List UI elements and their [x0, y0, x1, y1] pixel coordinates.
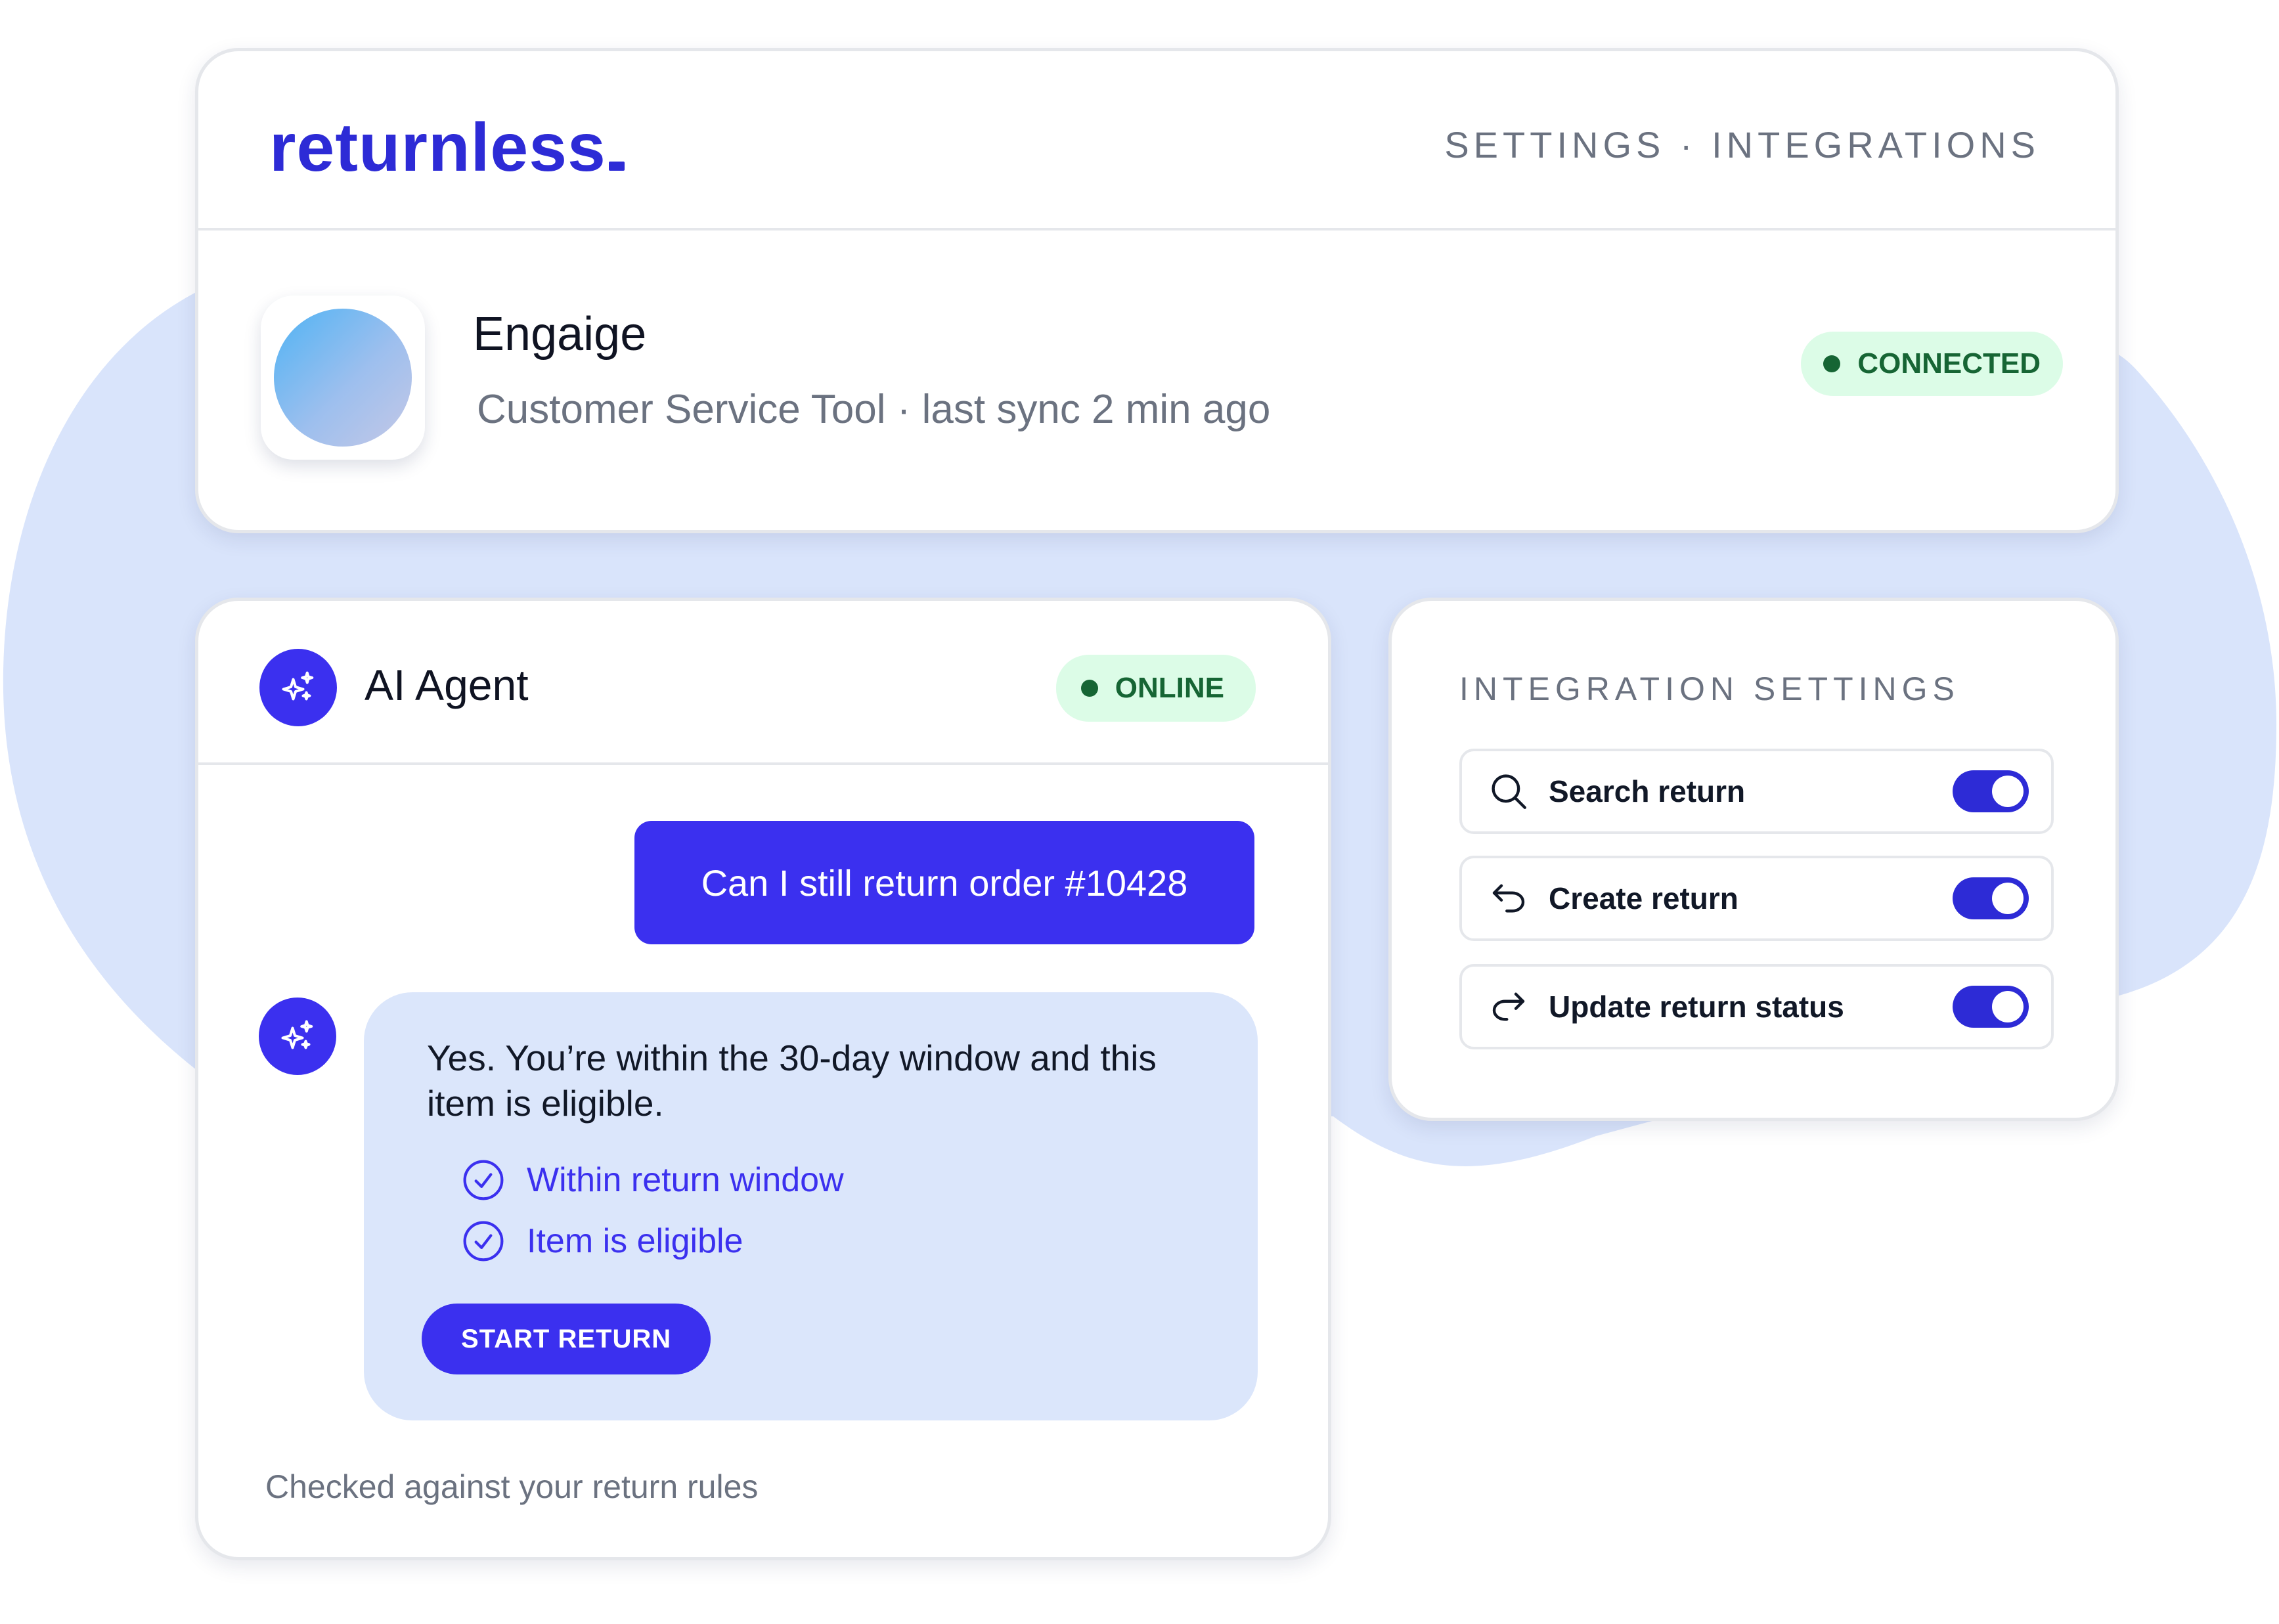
settings-title: INTEGRATION SETTINGS [1459, 670, 1960, 707]
setting-label: Update return status [1549, 990, 1844, 1024]
ai-agent-chat-card: AI Agent ONLINE Can I still return order… [195, 598, 1331, 1560]
connected-status-badge: CONNECTED [1801, 332, 2063, 396]
start-return-button[interactable]: START RETURN [422, 1304, 711, 1374]
setting-row-update-return-status: Update return status [1459, 964, 2054, 1049]
agent-reply-text: Yes. You’re within the 30-day window and… [427, 1038, 1157, 1124]
user-message-bubble: Can I still return order #10428 [634, 821, 1254, 944]
check-label: Within return window [527, 1161, 844, 1199]
toggle-knob [1992, 991, 2024, 1022]
setting-row-search-return: Search return [1459, 749, 2054, 834]
integration-name: Engaige [473, 308, 647, 361]
create-return-toggle[interactable] [1953, 877, 2029, 919]
agent-avatar [259, 649, 337, 726]
chat-title: AI Agent [365, 661, 529, 709]
status-label: ONLINE [1115, 672, 1224, 704]
toggle-knob [1992, 883, 2024, 914]
setting-label: Search return [1549, 774, 1746, 808]
agent-reply-bubble: Yes. You’re within the 30-day window and… [364, 992, 1258, 1420]
status-dot-icon [1080, 680, 1098, 697]
integration-meta: Customer Service Tool · last sync 2 min … [477, 387, 1271, 432]
card-header: returnless SETTINGS · INTEGRATIONS [198, 51, 2115, 230]
logo-text: returnless [269, 110, 606, 186]
agent-reply-avatar [259, 998, 336, 1075]
status-dot-icon [1823, 355, 1841, 372]
sparkles-icon [281, 1020, 313, 1049]
undo-arrow-icon [1487, 877, 1530, 920]
redo-arrow-icon [1487, 985, 1530, 1028]
returnless-logo[interactable]: returnless [269, 109, 625, 187]
check-circle-icon [463, 1160, 504, 1200]
breadcrumb: SETTINGS · INTEGRATIONS [1444, 124, 2040, 165]
setting-label: Create return [1549, 881, 1738, 915]
check-item: Within return window [461, 1158, 844, 1202]
check-item: Item is eligible [461, 1219, 743, 1263]
app-icon-gradient [274, 309, 412, 447]
sparkles-icon [282, 671, 314, 701]
status-label: CONNECTED [1857, 347, 2041, 380]
search-return-toggle[interactable] [1953, 770, 2029, 812]
update-return-status-toggle[interactable] [1953, 986, 2029, 1028]
check-circle-icon [463, 1221, 504, 1262]
integration-card: returnless SETTINGS · INTEGRATIONS Engai… [195, 48, 2119, 533]
check-label: Item is eligible [527, 1222, 743, 1260]
setting-row-create-return: Create return [1459, 856, 2054, 941]
toggle-knob [1992, 776, 2024, 807]
chat-footer-note: Checked against your return rules [265, 1468, 759, 1505]
online-status-badge: ONLINE [1055, 655, 1256, 722]
engaige-app-icon [261, 296, 425, 460]
search-icon [1487, 770, 1530, 813]
integration-settings-card: INTEGRATION SETTINGS Search return Creat… [1388, 598, 2119, 1121]
logo-mark [608, 162, 625, 171]
chat-header: AI Agent ONLINE [198, 601, 1328, 765]
